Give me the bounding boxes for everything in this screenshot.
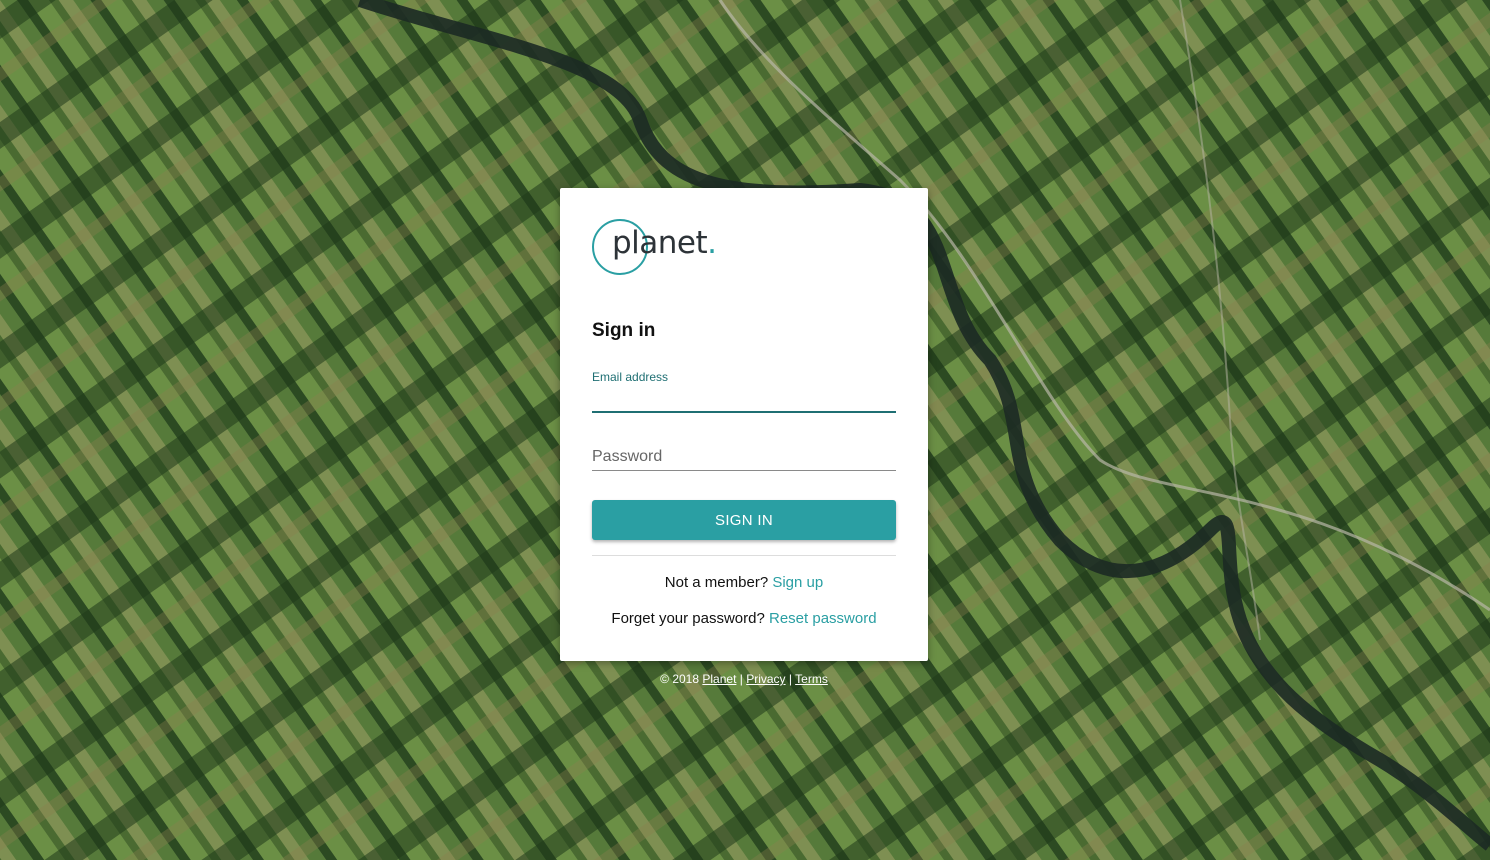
email-label: Email address [592, 370, 669, 384]
reset-password-link[interactable]: Reset password [769, 610, 877, 627]
email-field[interactable] [592, 383, 896, 413]
privacy-link[interactable]: Privacy [746, 672, 785, 686]
footer-separator: | [739, 672, 743, 686]
copyright-text: © 2018 [660, 672, 700, 686]
reset-prompt: Forget your password? Reset password [560, 610, 928, 627]
terms-link[interactable]: Terms [795, 672, 828, 686]
divider [592, 555, 896, 556]
sign-in-button[interactable]: SIGN IN [592, 500, 896, 540]
sign-up-link[interactable]: Sign up [772, 574, 823, 591]
footer: © 2018 Planet | Privacy | Terms [560, 672, 928, 686]
footer-separator: | [788, 672, 793, 686]
forgot-prompt-text: Forget your password? [611, 610, 765, 627]
password-field[interactable] [592, 443, 896, 471]
page-title: Sign in [592, 320, 656, 341]
member-prompt-text: Not a member? [664, 574, 769, 591]
logo-text: planet [612, 225, 708, 261]
signup-prompt: Not a member? Sign up [560, 574, 928, 591]
signin-card: planet. Sign in Email address SIGN IN No… [560, 188, 928, 661]
planet-link[interactable]: Planet [702, 672, 736, 686]
logo-dot: . [707, 225, 717, 261]
planet-logo: planet. [592, 219, 732, 283]
